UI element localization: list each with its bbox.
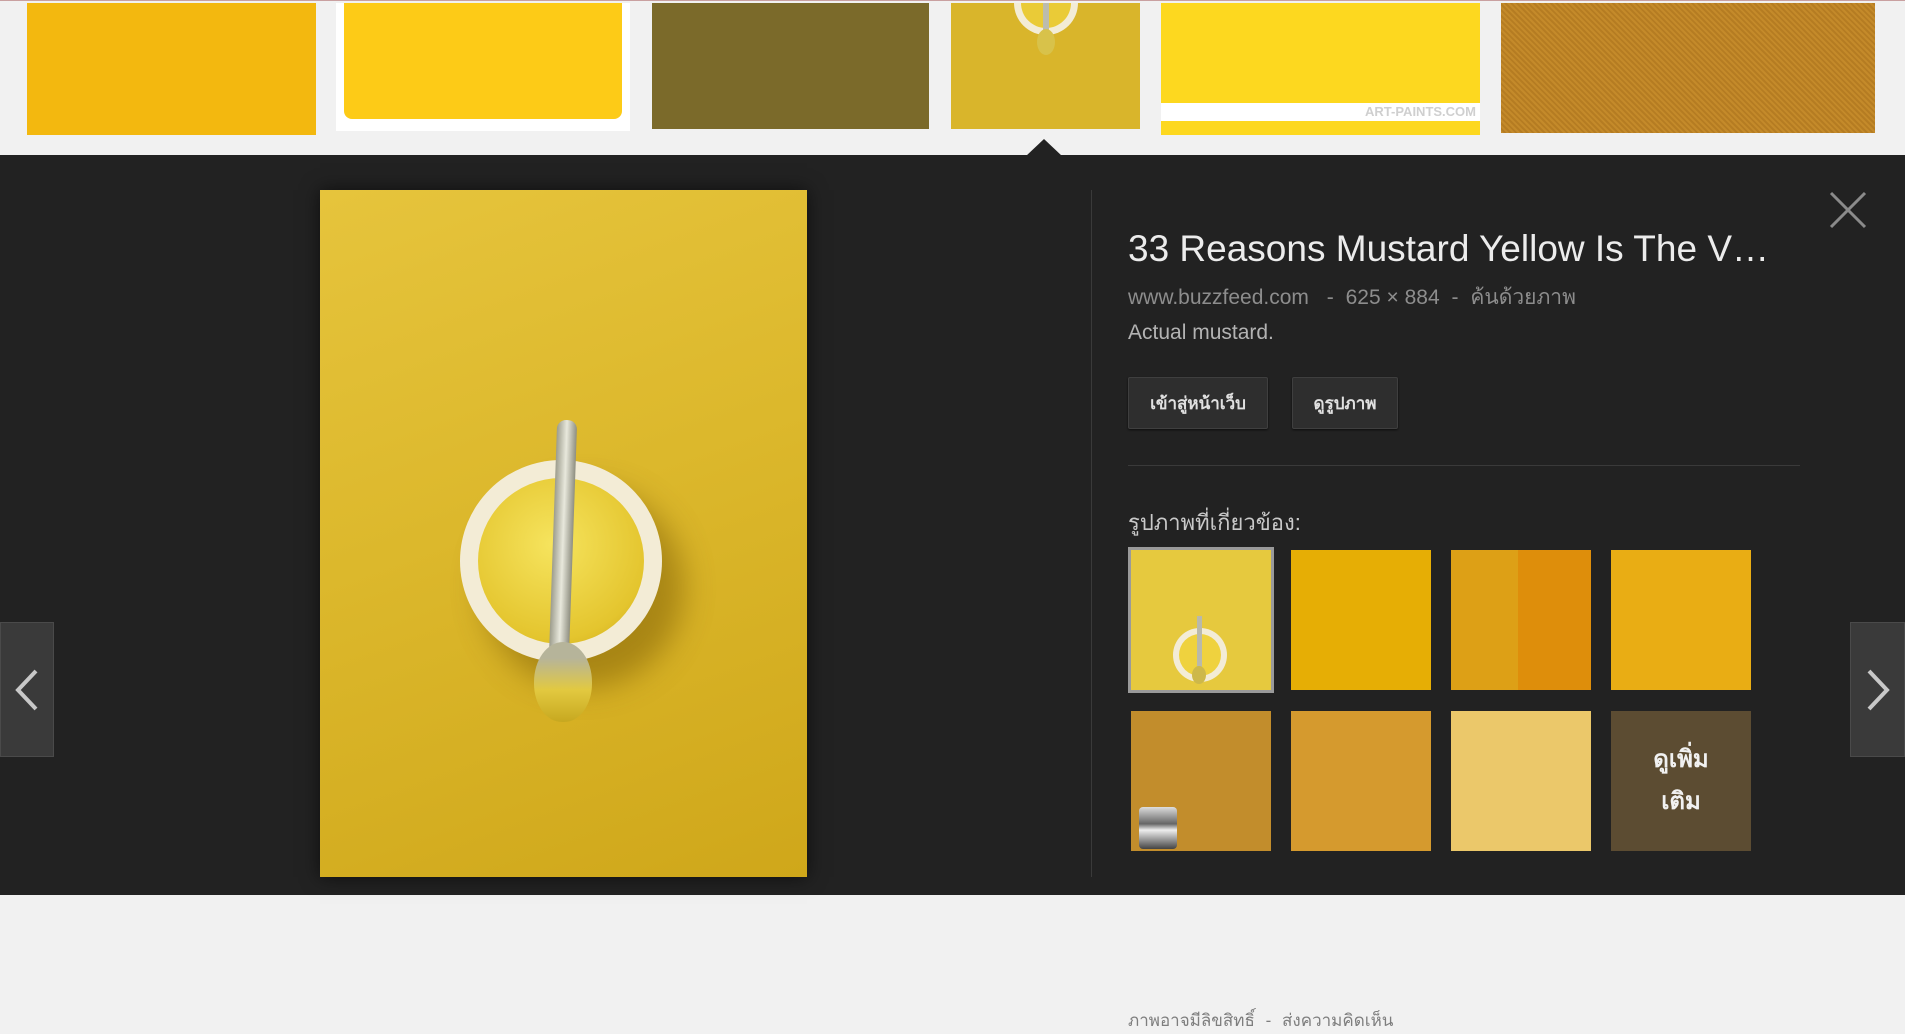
source-domain[interactable]: www.buzzfeed.com [1128,286,1309,309]
previous-image-button[interactable] [0,622,54,757]
close-icon[interactable] [1828,190,1868,230]
paint-can-icon [1139,807,1177,849]
result-thumbnail[interactable] [1501,3,1875,133]
related-image[interactable] [1291,550,1431,690]
related-image[interactable] [1131,711,1271,851]
chevron-left-icon [15,669,38,710]
related-image[interactable] [1451,711,1591,851]
image-meta: www.buzzfeed.com - 625 × 884 - ค้นด้วยภา… [1128,286,1576,309]
related-image[interactable] [1611,550,1751,690]
send-feedback-link[interactable]: ส่งความคิดเห็น [1282,1011,1393,1030]
result-thumbnail[interactable] [27,3,316,135]
result-thumbnail[interactable]: ART-PAINTS.COM [1161,3,1480,135]
image-results-strip: ART-PAINTS.COM [0,0,1905,156]
view-image-button[interactable]: ดูรูปภาพ [1292,377,1398,429]
image-footer: ภาพอาจมีลิขสิทธิ์ - ส่งความคิดเห็น [1128,1011,1394,1030]
main-preview-image[interactable] [320,190,807,877]
section-divider [1128,465,1800,466]
related-image[interactable] [1451,550,1591,690]
result-thumbnail[interactable] [652,3,929,129]
copyright-notice[interactable]: ภาพอาจมีลิขสิทธิ์ [1128,1011,1255,1030]
chevron-right-icon [1867,669,1890,710]
search-by-image-link[interactable]: ค้นด้วยภาพ [1470,286,1576,309]
related-image-selected[interactable] [1128,547,1274,693]
watermark-text: ART-PAINTS.COM [1365,104,1476,119]
related-images-label: รูปภาพที่เกี่ยวข้อง: [1128,510,1301,535]
selection-caret [1026,139,1062,156]
result-thumbnail-selected[interactable] [951,3,1140,129]
next-image-button[interactable] [1850,622,1905,757]
image-title[interactable]: 33 Reasons Mustard Yellow Is The V… [1128,228,1769,270]
image-description: Actual mustard. [1128,321,1274,344]
visit-page-button[interactable]: เข้าสู่หน้าเว็บ [1128,377,1268,429]
image-dimensions: 625 × 884 [1345,286,1440,309]
panel-divider [1091,190,1092,877]
see-more-button[interactable]: ดูเพิ่ม เติม [1611,711,1751,851]
related-image[interactable] [1291,711,1431,851]
result-thumbnail[interactable] [336,3,630,131]
